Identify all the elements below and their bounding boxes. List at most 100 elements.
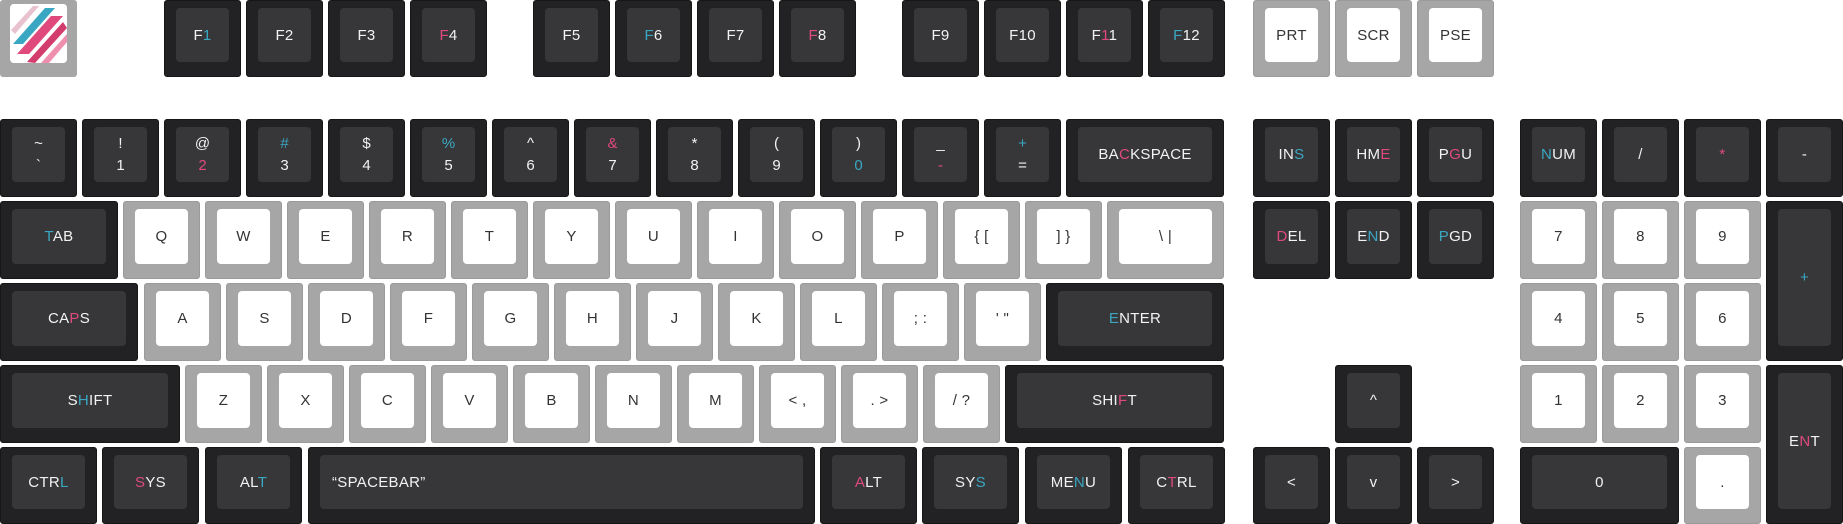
key-w[interactable]: W [205, 201, 282, 279]
key-2[interactable]: @2 [164, 119, 241, 197]
key-pgd[interactable]: PGD [1417, 201, 1494, 279]
key-backspace[interactable]: BACKSPACE [1066, 119, 1224, 197]
key-f12[interactable]: F12 [1148, 0, 1225, 77]
key-end[interactable]: END [1335, 201, 1412, 279]
key-kp-3[interactable]: 3 [1684, 365, 1761, 443]
key-quote[interactable]: ' " [964, 283, 1041, 361]
key-backslash[interactable]: \ | [1107, 201, 1224, 279]
key-t[interactable]: T [451, 201, 528, 279]
key-kp-8[interactable]: 8 [1602, 201, 1679, 279]
key-pgu[interactable]: PGU [1417, 119, 1494, 197]
key-kp-dot[interactable]: . [1684, 447, 1761, 524]
key-f1[interactable]: F1 [164, 0, 241, 77]
key-r[interactable]: R [369, 201, 446, 279]
key-kp-5[interactable]: 5 [1602, 283, 1679, 361]
key-lsys[interactable]: SYS [102, 447, 199, 524]
key-down[interactable]: v [1335, 447, 1412, 524]
key-a[interactable]: A [144, 283, 221, 361]
key-kp-enter[interactable]: ENT [1766, 365, 1843, 524]
key-f3[interactable]: F3 [328, 0, 405, 77]
key-ins[interactable]: INS [1253, 119, 1330, 197]
key-kp-4[interactable]: 4 [1520, 283, 1597, 361]
key-kp-0[interactable]: 0 [1520, 447, 1679, 524]
key-o[interactable]: O [779, 201, 856, 279]
key-q[interactable]: Q [123, 201, 200, 279]
key-e[interactable]: E [287, 201, 364, 279]
key-caps[interactable]: CAPS [0, 283, 138, 361]
key-enter[interactable]: ENTER [1046, 283, 1224, 361]
key-pse[interactable]: PSE [1417, 0, 1494, 77]
key-lshift[interactable]: SHIFT [0, 365, 180, 443]
key-ralt[interactable]: ALT [820, 447, 917, 524]
key-spacebar[interactable]: “SPACEBAR” [308, 447, 815, 524]
key-right[interactable]: > [1417, 447, 1494, 524]
key-1[interactable]: ! 1 [82, 119, 159, 197]
key-f7[interactable]: F7 [697, 0, 774, 77]
key-f6[interactable]: F6 [615, 0, 692, 77]
key-f[interactable]: F [390, 283, 467, 361]
key-semicolon[interactable]: ; : [882, 283, 959, 361]
key-tilde[interactable]: ~ ` [0, 119, 77, 197]
key-slash[interactable]: / ? [923, 365, 1000, 443]
key-tab[interactable]: TAB [0, 201, 118, 279]
key-rsys[interactable]: SYS [922, 447, 1019, 524]
key-k[interactable]: K [718, 283, 795, 361]
key-f8[interactable]: F8 [779, 0, 856, 77]
key-kp-9[interactable]: 9 [1684, 201, 1761, 279]
key-g[interactable]: G [472, 283, 549, 361]
key-kp-star[interactable]: * [1684, 119, 1761, 197]
key-prt[interactable]: PRT [1253, 0, 1330, 77]
key-x[interactable]: X [267, 365, 344, 443]
key-lbracket[interactable]: { [ [943, 201, 1020, 279]
key-del[interactable]: DEL [1253, 201, 1330, 279]
key-0[interactable]: ) 0 [820, 119, 897, 197]
key-lctrl[interactable]: CTRL [0, 447, 97, 524]
key-kp-6[interactable]: 6 [1684, 283, 1761, 361]
key-left[interactable]: < [1253, 447, 1330, 524]
key-kp-1[interactable]: 1 [1520, 365, 1597, 443]
key-b[interactable]: B [513, 365, 590, 443]
key-rbracket[interactable]: ] } [1025, 201, 1102, 279]
key-equals[interactable]: + = [984, 119, 1061, 197]
key-f11[interactable]: F11 [1066, 0, 1143, 77]
key-y[interactable]: Y [533, 201, 610, 279]
key-f9[interactable]: F9 [902, 0, 979, 77]
key-l[interactable]: L [800, 283, 877, 361]
key-up[interactable]: ^ [1335, 365, 1412, 443]
key-s[interactable]: S [226, 283, 303, 361]
key-3[interactable]: #3 [246, 119, 323, 197]
key-d[interactable]: D [308, 283, 385, 361]
key-kp-slash[interactable]: / [1602, 119, 1679, 197]
key-f4[interactable]: F4 [410, 0, 487, 77]
key-rctrl[interactable]: CTRL [1128, 447, 1225, 524]
key-j[interactable]: J [636, 283, 713, 361]
key-v[interactable]: V [431, 365, 508, 443]
key-rshift[interactable]: SHIFT [1005, 365, 1224, 443]
key-h[interactable]: H [554, 283, 631, 361]
key-4[interactable]: $4 [328, 119, 405, 197]
key-kp-minus[interactable]: - [1766, 119, 1843, 197]
key-period[interactable]: . > [841, 365, 918, 443]
key-i[interactable]: I [697, 201, 774, 279]
key-5[interactable]: % 5 [410, 119, 487, 197]
key-f5[interactable]: F5 [533, 0, 610, 77]
key-kp-plus[interactable]: + [1766, 201, 1843, 361]
key-lalt[interactable]: ALT [205, 447, 302, 524]
key-f2[interactable]: F2 [246, 0, 323, 77]
key-menu[interactable]: MENU [1025, 447, 1122, 524]
key-p[interactable]: P [861, 201, 938, 279]
key-u[interactable]: U [615, 201, 692, 279]
key-m[interactable]: M [677, 365, 754, 443]
key-kp-7[interactable]: 7 [1520, 201, 1597, 279]
key-kp-2[interactable]: 2 [1602, 365, 1679, 443]
key-hme[interactable]: HME [1335, 119, 1412, 197]
key-z[interactable]: Z [185, 365, 262, 443]
key-minus[interactable]: _ - [902, 119, 979, 197]
key-7[interactable]: & 7 [574, 119, 651, 197]
key-8[interactable]: * 8 [656, 119, 733, 197]
key-scr[interactable]: SCR [1335, 0, 1412, 77]
key-c[interactable]: C [349, 365, 426, 443]
key-n[interactable]: N [595, 365, 672, 443]
key-9[interactable]: (9 [738, 119, 815, 197]
key-6[interactable]: ^ 6 [492, 119, 569, 197]
